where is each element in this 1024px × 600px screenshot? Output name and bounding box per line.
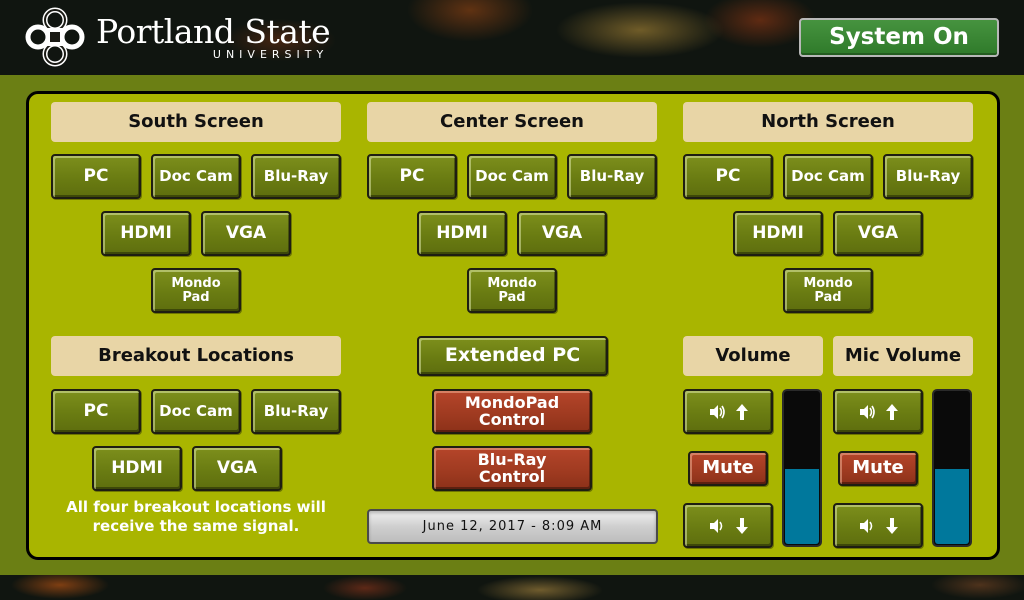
south-doccam-button[interactable]: Doc Cam xyxy=(151,154,241,199)
breakout-bluray-button[interactable]: Blu-Ray xyxy=(251,389,341,434)
speaker-icon xyxy=(710,404,725,419)
volume-down-button[interactable] xyxy=(683,503,773,548)
arrow-down-icon xyxy=(736,517,748,534)
center-bluray-button[interactable]: Blu-Ray xyxy=(567,154,657,199)
psu-logo: Portland State UNIVERSITY xyxy=(24,6,331,68)
speaker-icon xyxy=(860,518,873,533)
center-hdmi-button[interactable]: HDMI xyxy=(417,211,507,256)
volume-label: Volume xyxy=(683,336,823,376)
mic-volume-down-button[interactable] xyxy=(833,503,923,548)
mic-volume-up-button[interactable] xyxy=(833,389,923,434)
north-doccam-button[interactable]: Doc Cam xyxy=(783,154,873,199)
south-hdmi-button[interactable]: HDMI xyxy=(101,211,191,256)
north-bluray-button[interactable]: Blu-Ray xyxy=(883,154,973,199)
logo-name: Portland State xyxy=(96,11,331,51)
mondopad-control-button[interactable]: MondoPad Control xyxy=(432,389,592,434)
psu-logo-icon xyxy=(25,7,85,67)
system-on-button[interactable]: System On xyxy=(799,18,999,57)
bluray-control-button[interactable]: Blu-Ray Control xyxy=(432,446,592,491)
south-pc-button[interactable]: PC xyxy=(51,154,141,199)
south-screen-label: South Screen xyxy=(51,102,341,142)
extended-pc-button[interactable]: Extended PC xyxy=(417,336,608,376)
north-vga-button[interactable]: VGA xyxy=(833,211,923,256)
volume-up-button[interactable] xyxy=(683,389,773,434)
center-vga-button[interactable]: VGA xyxy=(517,211,607,256)
north-hdmi-button[interactable]: HDMI xyxy=(733,211,823,256)
volume-mute-button[interactable]: Mute xyxy=(688,451,768,486)
south-bluray-button[interactable]: Blu-Ray xyxy=(251,154,341,199)
mic-volume-label: Mic Volume xyxy=(833,336,973,376)
north-mondopad-button[interactable]: Mondo Pad xyxy=(783,268,873,313)
speaker-icon xyxy=(710,518,723,533)
breakout-note: All four breakout locations will receive… xyxy=(66,498,326,535)
arrow-up-icon xyxy=(736,403,748,420)
center-pc-button[interactable]: PC xyxy=(367,154,457,199)
volume-level-meter[interactable] xyxy=(782,389,822,547)
speaker-icon xyxy=(860,404,875,419)
date-time-display: June 12, 2017 - 8:09 AM xyxy=(367,509,658,544)
south-mondopad-button[interactable]: Mondo Pad xyxy=(151,268,241,313)
breakout-doccam-button[interactable]: Doc Cam xyxy=(151,389,241,434)
mic-volume-level-fill xyxy=(935,469,969,544)
center-screen-label: Center Screen xyxy=(367,102,657,142)
breakout-hdmi-button[interactable]: HDMI xyxy=(92,446,182,491)
north-screen-label: North Screen xyxy=(683,102,973,142)
center-doccam-button[interactable]: Doc Cam xyxy=(467,154,557,199)
breakout-pc-button[interactable]: PC xyxy=(51,389,141,434)
mic-mute-button[interactable]: Mute xyxy=(838,451,918,486)
header-bar: Portland State UNIVERSITY System On xyxy=(0,0,1024,75)
volume-level-fill xyxy=(785,469,819,544)
breakout-vga-button[interactable]: VGA xyxy=(192,446,282,491)
arrow-down-icon xyxy=(886,517,898,534)
breakout-locations-label: Breakout Locations xyxy=(51,336,341,376)
arrow-up-icon xyxy=(886,403,898,420)
north-pc-button[interactable]: PC xyxy=(683,154,773,199)
mic-volume-level-meter[interactable] xyxy=(932,389,972,547)
south-vga-button[interactable]: VGA xyxy=(201,211,291,256)
center-mondopad-button[interactable]: Mondo Pad xyxy=(467,268,557,313)
